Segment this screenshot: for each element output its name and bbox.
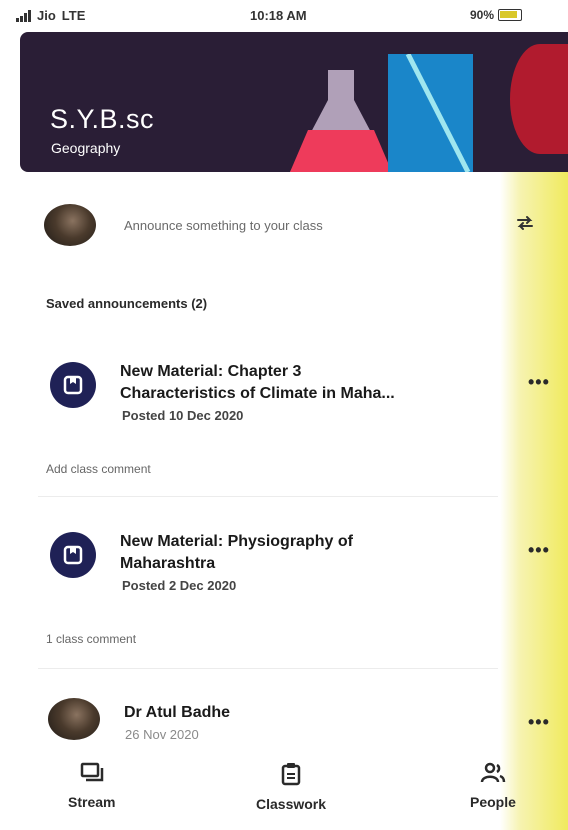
material-date: Posted 2 Dec 2020 [122, 578, 237, 593]
material-title-line2: Maharashtra [120, 555, 216, 572]
network-label: LTE [61, 8, 86, 23]
status-time: 10:18 AM [250, 8, 307, 23]
nav-stream-label: Stream [68, 794, 116, 810]
material-icon [50, 362, 96, 408]
class-banner[interactable]: S.Y.B.sc Geography [20, 32, 568, 172]
nav-people[interactable]: People [470, 762, 516, 810]
repost-icon[interactable] [514, 212, 536, 234]
class-title: S.Y.B.sc [50, 104, 155, 134]
status-bar: Jio LTE 10:18 AM 90% [0, 0, 568, 30]
signal-icon [16, 9, 31, 22]
battery-label: 90% [470, 8, 495, 22]
material-title-line2: Characteristics of Climate in Maha... [120, 385, 395, 402]
material-title-line1: New Material: Chapter 3 [120, 363, 302, 380]
status-left: Jio LTE [16, 8, 85, 23]
more-options-icon[interactable]: ••• [528, 540, 550, 561]
status-right: 90% [470, 8, 523, 22]
add-class-comment[interactable]: Add class comment [46, 462, 151, 476]
announce-input[interactable]: Announce something to your class [124, 218, 323, 233]
flask-illustration [290, 70, 392, 172]
battery-icon [498, 9, 523, 21]
post-author: Dr Atul Badhe [124, 704, 231, 721]
material-icon [50, 532, 96, 578]
material-title-line1: New Material: Physiography of [120, 533, 353, 550]
post-date: 26 Nov 2020 [125, 727, 199, 742]
nav-classwork-label: Classwork [256, 796, 327, 812]
more-options-icon[interactable]: ••• [528, 712, 550, 733]
glass-illustration [388, 52, 473, 172]
red-flask-illustration [510, 44, 568, 154]
carrier-label: Jio [37, 8, 56, 23]
class-comment-count[interactable]: 1 class comment [46, 632, 136, 646]
people-icon [480, 762, 506, 783]
nav-people-label: People [470, 794, 516, 810]
bottom-nav: Stream Classwork People [0, 752, 568, 830]
stream-icon [80, 762, 103, 782]
material-date: Posted 10 Dec 2020 [122, 408, 244, 423]
material-card[interactable]: New Material: Chapter 3 Characteristics … [46, 362, 506, 476]
more-options-icon[interactable]: ••• [528, 372, 550, 393]
classwork-icon [281, 763, 301, 786]
nav-classwork[interactable]: Classwork [256, 762, 326, 812]
class-subtitle: Geography [51, 140, 121, 156]
saved-announcements-label[interactable]: Saved announcements (2) [46, 296, 207, 311]
divider [38, 496, 498, 497]
author-avatar [48, 698, 100, 740]
divider [38, 668, 498, 669]
avatar [44, 204, 96, 246]
nav-stream[interactable]: Stream [68, 762, 115, 810]
material-card[interactable]: New Material: Physiography of Maharashtr… [46, 532, 506, 646]
announce-row[interactable]: Announce something to your class [44, 200, 564, 250]
